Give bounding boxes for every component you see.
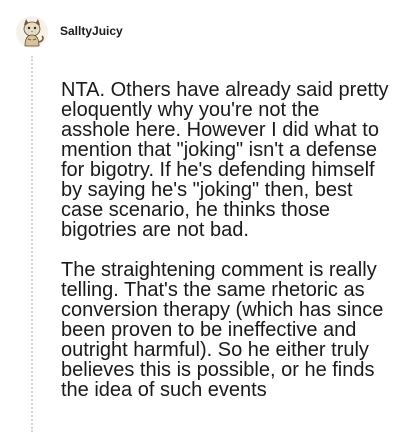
thread-collapse-line[interactable]: [31, 56, 33, 432]
comment-body: NTA. Others have already said pretty elo…: [61, 80, 391, 420]
comment-paragraph: NTA. Others have already said pretty elo…: [61, 79, 389, 241]
comment-header: SalltyJuicy: [16, 16, 123, 48]
comment-paragraph: The straightening comment is really tell…: [61, 259, 384, 401]
comment-author[interactable]: SalltyJuicy: [60, 24, 123, 38]
comment: SalltyJuicy NTA. Others have already sai…: [0, 0, 400, 432]
snoo-avatar-icon[interactable]: [16, 16, 48, 48]
